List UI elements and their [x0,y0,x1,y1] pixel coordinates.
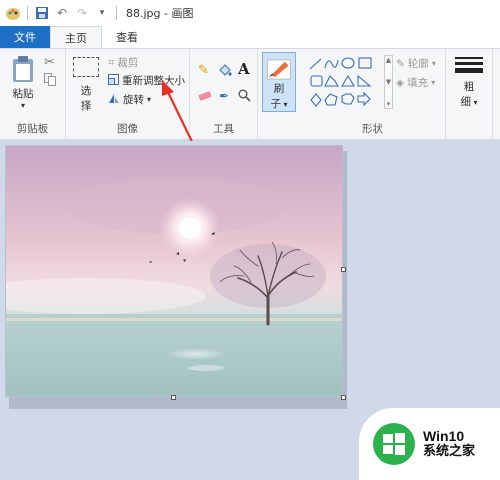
shapes-scroll[interactable]: ▲ ▼ ▾ [384,55,393,109]
brushes-button[interactable]: 刷 子 ▾ [262,52,296,112]
brushes-dropdown-icon: ▾ [280,100,288,109]
size-label-line2: 细 ▾ [460,94,477,109]
fill-icon: ◈ [396,76,405,89]
brushes-label-line1: 刷 [273,83,285,95]
redo-icon[interactable]: ↷ [73,4,91,22]
ribbon-right-divider [492,49,493,139]
shapes-gallery[interactable] [308,56,384,108]
scroll-more-icon[interactable]: ▾ [387,100,391,108]
resize-handle-corner[interactable] [341,395,346,400]
tab-home[interactable]: 主页 [50,26,102,49]
rotate-button[interactable]: 旋转 ▾ [108,92,151,107]
size-label-line2-text: 细 [460,96,471,108]
crop-icon: ⌗ [108,55,115,69]
text-icon[interactable]: A [238,60,250,78]
quick-access-toolbar: ↶ ↷ ▾ [0,4,120,22]
resize-handle-bottom[interactable] [171,395,176,400]
size-button[interactable]: 粗 细 ▾ [454,57,484,109]
rotate-icon [108,93,120,107]
size-group: 粗 细 ▾ [446,49,492,139]
crop-label: 裁剪 [117,57,139,69]
select-label-line2: 择 [80,100,92,112]
canvas-image[interactable] [5,145,343,397]
paste-button[interactable]: 粘贴 ▾ [8,55,38,110]
outline-icon: ✎ [396,57,405,70]
fill-dropdown-icon: ▾ [431,78,436,87]
landscape-picture [6,146,342,396]
paste-label: 粘贴 [12,88,34,100]
outline-button[interactable]: ✎ 轮廓 ▾ [396,56,436,71]
watermark: Win10 系统之家 [359,408,500,480]
watermark-text: Win10 系统之家 [423,428,475,459]
brush-icon [266,59,292,80]
select-button[interactable]: 选 择 [72,57,100,113]
shapes-group: ▲ ▼ ▾ ✎ 轮廓 ▾ ◈ 填充 ▾ 形状 [300,49,446,139]
watermark-sub: 系统之家 [423,443,476,459]
outline-dropdown-icon: ▾ [431,59,436,68]
paste-icon [13,56,33,82]
crop-button[interactable]: ⌗ 裁剪 [108,55,138,70]
save-icon[interactable] [33,4,51,22]
toolbar-separator [27,6,28,20]
brushes-label-line2: 子 ▾ [270,96,287,111]
clipboard-group-label: 剪贴板 [16,123,49,135]
ribbon: 粘贴 ▾ ✂ 剪贴板 选 择 ⌗ 裁剪 重新调整大小 旋转 ▾ 图像 ✎ A ✒… [0,48,500,140]
size-dropdown-icon: ▾ [470,98,478,107]
title-bar: ↶ ↷ ▾ 88.jpg - 画图 [0,0,500,26]
brushes-label-line2-text: 子 [270,98,281,110]
windows-logo-icon [373,423,415,465]
toolbar-separator [116,6,117,20]
size-label-line1: 粗 [463,81,475,93]
scroll-down-icon[interactable]: ▼ [386,78,391,86]
paint-app-icon[interactable] [4,4,22,22]
undo-icon[interactable]: ↶ [53,4,71,22]
window-title: 88.jpg - 画图 [126,7,194,20]
customize-dropdown-icon[interactable]: ▾ [93,4,111,22]
cut-icon[interactable]: ✂ [44,55,55,70]
resize-handle-right[interactable] [341,267,346,272]
paste-dropdown-icon: ▾ [20,101,25,110]
size-lines-icon [455,57,483,73]
tab-file[interactable]: 文件 [0,26,50,48]
fill-label: 填充 [407,77,429,89]
brushes-group: 刷 子 ▾ [258,49,300,139]
outline-label: 轮廓 [407,58,429,70]
ribbon-tabs: 文件 主页 查看 [0,26,500,49]
magnifier-icon[interactable] [238,89,251,105]
clipboard-group: 粘贴 ▾ ✂ 剪贴板 [0,49,66,139]
tab-view[interactable]: 查看 [102,26,152,48]
scroll-up-icon[interactable]: ▲ [386,56,391,64]
copy-icon[interactable] [44,73,56,89]
resize-icon [108,73,119,88]
select-rectangle-icon [73,57,99,77]
shapes-group-label: 形状 [362,123,383,135]
select-label-line1: 选 [80,85,92,97]
fill-button[interactable]: ◈ 填充 ▾ [396,75,435,90]
watermark-brand: Win10 [423,428,465,445]
rotate-label: 旋转 [123,94,144,106]
